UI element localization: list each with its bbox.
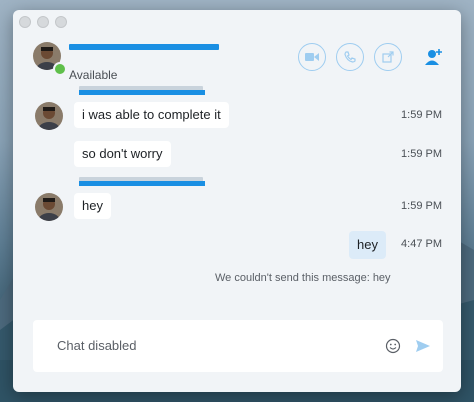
available-status-icon xyxy=(53,62,67,76)
sender-name-redaction xyxy=(79,90,205,95)
add-people-button[interactable] xyxy=(423,47,445,67)
sender-name-redaction xyxy=(79,181,205,186)
window-close-button[interactable] xyxy=(19,16,31,28)
chat-header: Available xyxy=(13,34,461,86)
send-error-notice: We couldn't send this message: hey xyxy=(215,272,391,284)
chat-window: Available i was able to complete it 1:59… xyxy=(13,10,461,392)
message-bubble[interactable]: i was able to complete it xyxy=(74,102,229,128)
chat-input[interactable]: Chat disabled xyxy=(57,320,137,372)
outgoing-message-bubble[interactable]: hey xyxy=(349,231,386,259)
add-person-icon xyxy=(425,49,442,65)
contact-status: Available xyxy=(69,68,118,82)
send-icon[interactable] xyxy=(415,338,431,354)
window-zoom-button[interactable] xyxy=(55,16,67,28)
message-time: 1:59 PM xyxy=(401,200,442,212)
message-composer: Chat disabled xyxy=(33,320,443,372)
video-icon xyxy=(305,53,319,61)
contact-name xyxy=(69,44,219,50)
message-bubble[interactable]: hey xyxy=(74,193,111,219)
message-time: 4:47 PM xyxy=(401,238,442,250)
phone-icon xyxy=(344,51,356,63)
share-icon xyxy=(382,51,394,63)
emoji-icon[interactable] xyxy=(385,338,401,354)
sender-avatar[interactable] xyxy=(35,193,63,221)
audio-call-button[interactable] xyxy=(336,43,364,71)
window-minimize-button[interactable] xyxy=(37,16,49,28)
video-call-button[interactable] xyxy=(298,43,326,71)
sender-avatar[interactable] xyxy=(35,102,63,130)
message-time: 1:59 PM xyxy=(401,109,442,121)
share-button[interactable] xyxy=(374,43,402,71)
message-time: 1:59 PM xyxy=(401,148,442,160)
message-bubble[interactable]: so don't worry xyxy=(74,141,171,167)
